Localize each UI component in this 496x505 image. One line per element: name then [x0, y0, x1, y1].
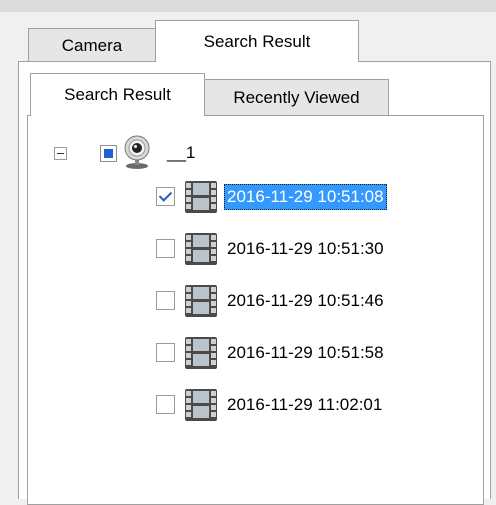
recording-checkbox[interactable] [156, 395, 175, 414]
inner-tab-search-result-label: Search Result [64, 85, 171, 104]
webcam-icon [124, 135, 150, 169]
collapse-toggle-icon[interactable] [54, 147, 67, 160]
camera-node-checkbox[interactable] [100, 145, 117, 162]
recording-row[interactable]: 2016-11-29 11:02:01 [28, 385, 483, 425]
inner-tab-recently-viewed-label: Recently Viewed [233, 88, 360, 107]
inner-tab-recently-viewed[interactable]: Recently Viewed [204, 79, 389, 116]
recording-checkbox[interactable] [156, 239, 175, 258]
recording-checkbox[interactable] [156, 291, 175, 310]
tab-camera-label: Camera [61, 35, 123, 55]
film-icon [185, 337, 217, 369]
recording-row[interactable]: 2016-11-29 10:51:08 [28, 177, 483, 217]
tab-camera[interactable]: Camera [28, 28, 156, 62]
camera-node-label[interactable]: __1 [167, 143, 195, 163]
recording-checkbox[interactable] [156, 187, 175, 206]
film-icon [185, 285, 217, 317]
top-band [0, 0, 496, 12]
recording-timestamp[interactable]: 2016-11-29 11:02:01 [224, 392, 385, 418]
recording-timestamp[interactable]: 2016-11-29 10:51:08 [224, 184, 387, 210]
recording-checkbox[interactable] [156, 343, 175, 362]
recording-timestamp[interactable]: 2016-11-29 10:51:30 [224, 236, 387, 262]
result-tree: __1 2016-11-29 10:51:08 2016-11-29 10:51… [27, 115, 484, 505]
inner-tab-search-result[interactable]: Search Result [30, 73, 205, 116]
recording-row[interactable]: 2016-11-29 10:51:46 [28, 281, 483, 321]
tab-search-result[interactable]: Search Result [155, 20, 359, 62]
recording-timestamp[interactable]: 2016-11-29 10:51:46 [224, 288, 387, 314]
tab-search-result-label: Search Result [203, 31, 311, 51]
film-icon [185, 181, 217, 213]
recording-timestamp[interactable]: 2016-11-29 10:51:58 [224, 340, 387, 366]
search-result-panel: Search Result Recently Viewed __1 2016-1… [18, 61, 491, 505]
recording-row[interactable]: 2016-11-29 10:51:30 [28, 229, 483, 269]
film-icon [185, 233, 217, 265]
film-icon [185, 389, 217, 421]
recording-row[interactable]: 2016-11-29 10:51:58 [28, 333, 483, 373]
